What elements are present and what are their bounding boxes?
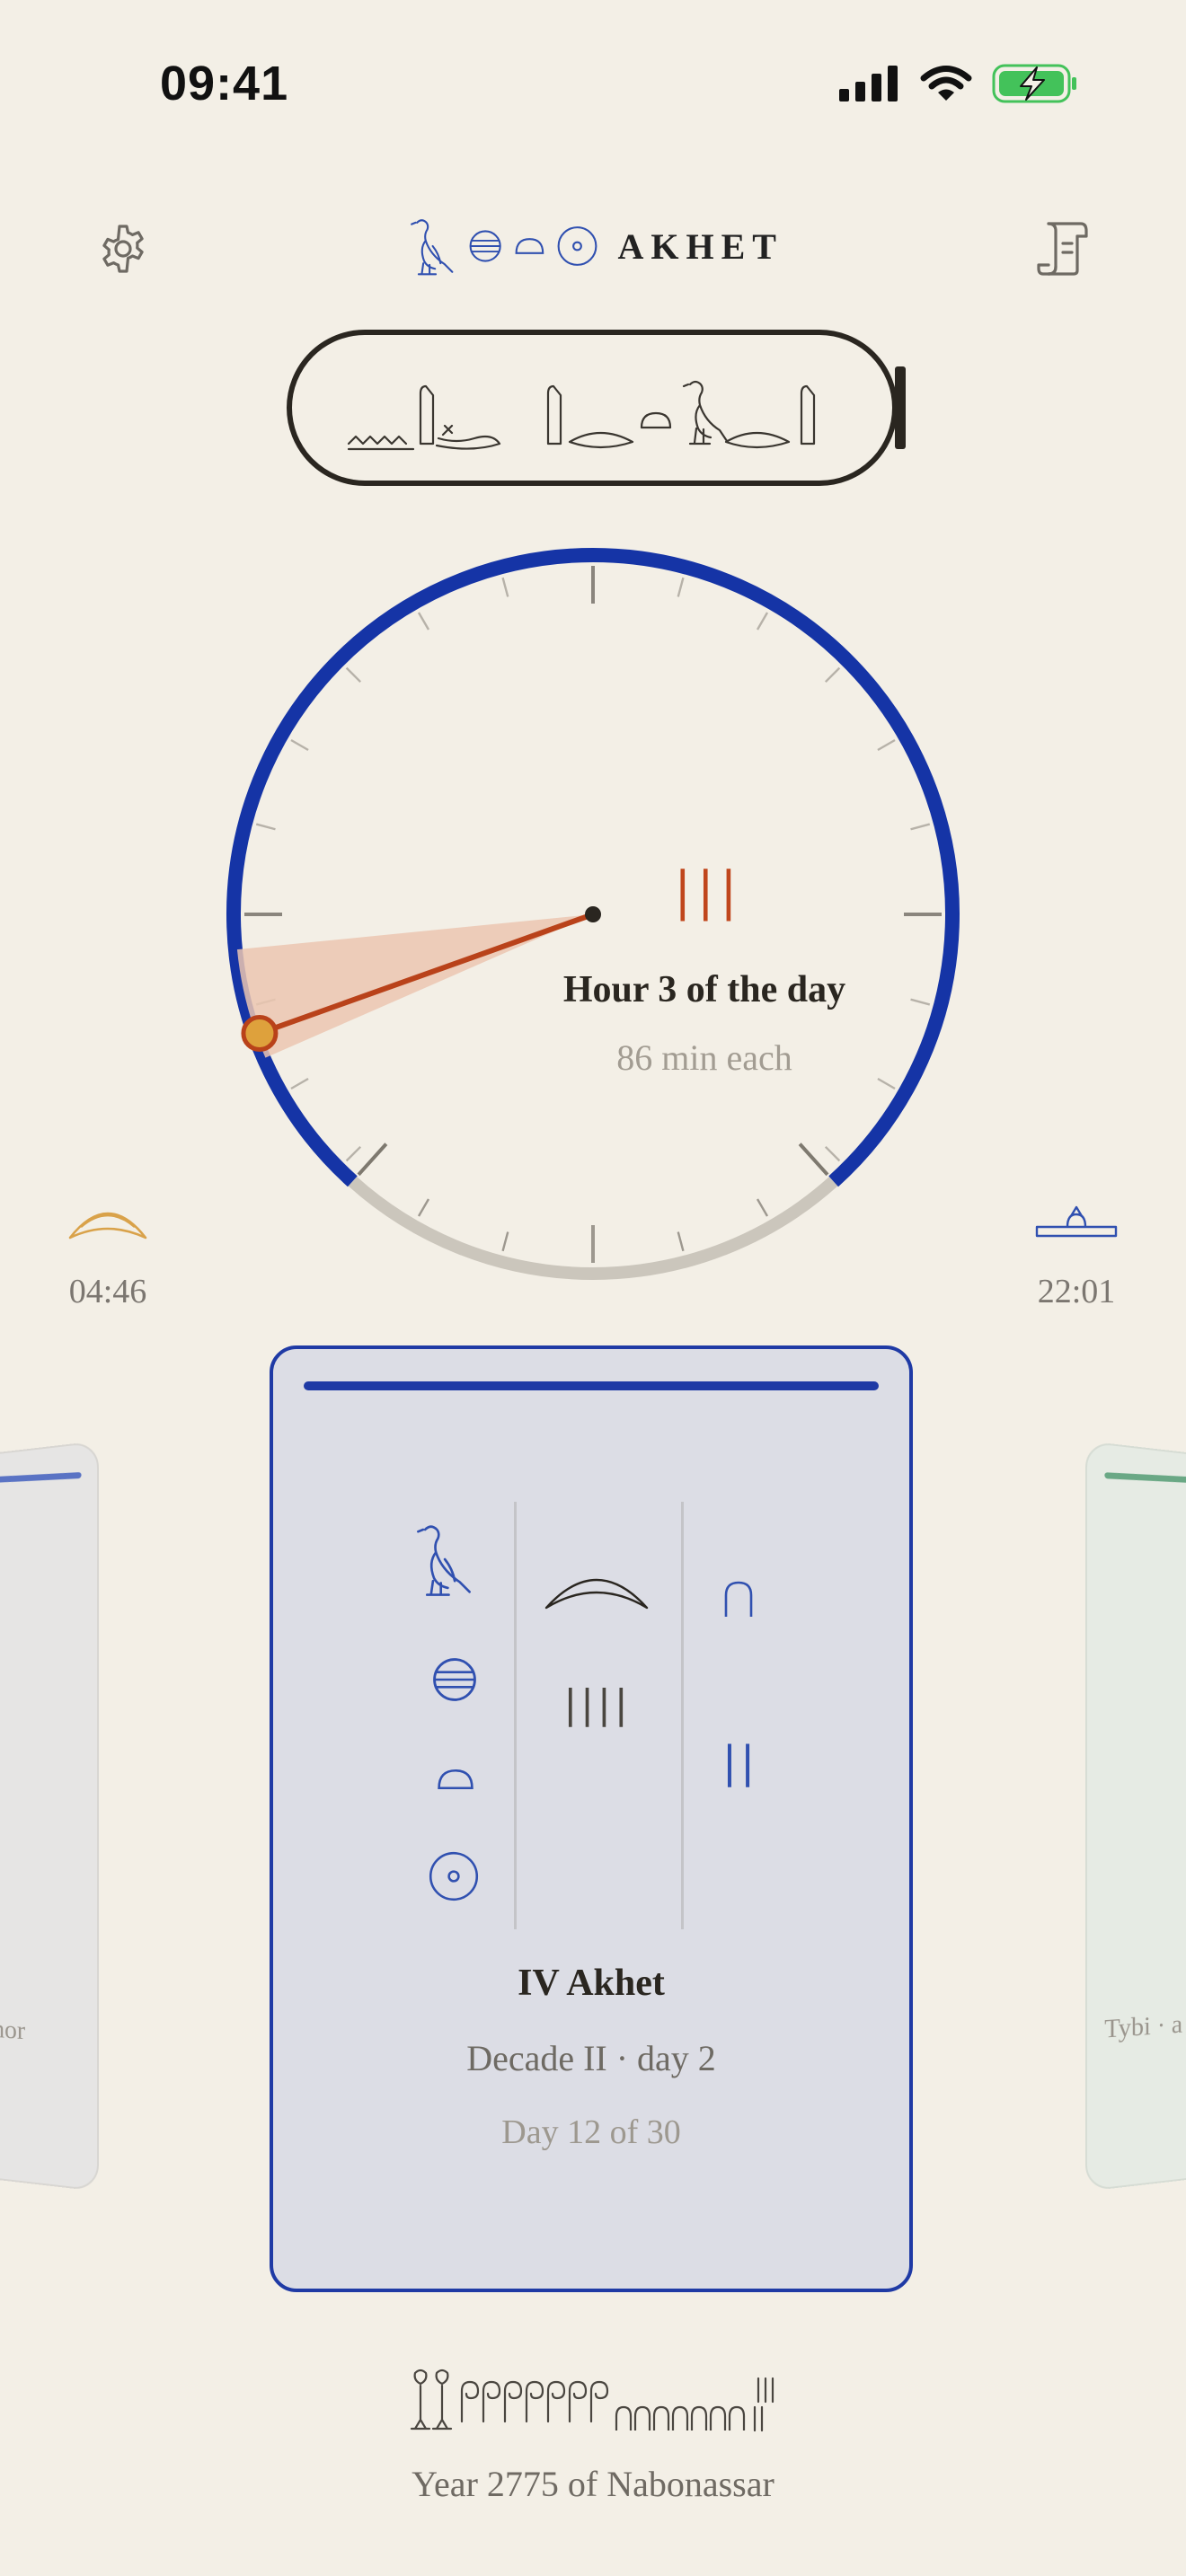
card-day-line: Day 12 of 30 — [501, 2113, 681, 2151]
previous-card-accent — [0, 1471, 82, 1486]
dial-tick — [677, 577, 685, 597]
dial-tick — [910, 998, 931, 1006]
hundred-coil-glyph — [460, 2380, 480, 2423]
vulture-hieroglyph-icon — [417, 1525, 471, 1596]
dial-tick — [877, 1077, 896, 1090]
next-month-card[interactable]: Tybi · a — [1085, 1441, 1186, 2192]
sunrise-time: 04:46 — [68, 1273, 147, 1310]
regnal-year-label: Year 2775 of Nabonassar — [412, 2464, 774, 2504]
ten-arch-glyph — [615, 2405, 633, 2430]
vulture-hieroglyph-icon — [411, 219, 454, 276]
ten-arch-glyph — [728, 2405, 746, 2430]
card-month-title: IV Akhet — [518, 1963, 665, 2004]
hour-dial[interactable] — [216, 537, 970, 1292]
dial-tick — [756, 612, 769, 631]
bread-hieroglyph-icon — [438, 1769, 474, 1790]
bread-hieroglyph-icon — [515, 238, 544, 254]
dial-tick — [255, 823, 276, 831]
scroll-button[interactable] — [1031, 217, 1094, 280]
wifi-icon — [920, 66, 972, 101]
dial-tick — [877, 738, 896, 752]
ten-arch-glyph — [671, 2405, 689, 2430]
next-card-accent — [1104, 1472, 1186, 1486]
column-divider — [681, 1502, 684, 1929]
gear-icon — [102, 225, 144, 273]
scroll-icon — [1037, 222, 1088, 276]
dial-tick — [417, 1198, 430, 1217]
ten-arch-glyph — [709, 2405, 727, 2430]
settings-button[interactable] — [92, 217, 155, 280]
hundred-coil-glyph — [546, 2380, 566, 2423]
crescent-moon-icon — [544, 1578, 649, 1610]
sun-hieroglyph-icon — [429, 1851, 479, 1901]
hundred-coil-glyph — [568, 2380, 588, 2423]
day-arc — [226, 548, 960, 1187]
dial-tick — [824, 666, 841, 684]
hundred-coil-glyph — [482, 2380, 501, 2423]
ten-hieroglyph-icon — [724, 1581, 753, 1617]
placenta-hieroglyph-icon — [433, 1658, 476, 1701]
dial-pivot — [585, 906, 601, 922]
card-decade-line: Decade II · day 2 — [466, 2038, 716, 2078]
dial-tick — [290, 738, 309, 752]
month-strokes: |||| — [563, 1681, 632, 1727]
app-title: AKHET — [617, 225, 783, 267]
card-accent-bar — [304, 1381, 879, 1390]
hundred-coil-glyph — [503, 2380, 523, 2423]
dial-tick — [910, 823, 931, 831]
dial-tick — [501, 577, 509, 597]
previous-month-card[interactable]: athor — [0, 1441, 99, 2192]
battery-charging-icon — [992, 64, 1076, 103]
dial-hour-label: Hour 3 of the day — [562, 969, 846, 1010]
dial-hour-length: 86 min each — [616, 1037, 792, 1078]
hundred-coil-glyph — [589, 2380, 609, 2423]
sunrise-icon — [68, 1212, 147, 1239]
sunset-time: 22:01 — [1037, 1273, 1116, 1310]
status-time: 09:41 — [160, 57, 289, 110]
sun-hieroglyph-icon — [557, 226, 597, 266]
dial-tick — [501, 1231, 509, 1252]
hundred-coil-glyph — [525, 2380, 544, 2423]
royal-cartouche — [287, 330, 906, 486]
horizon-tick — [357, 1142, 388, 1177]
horizon-tick — [798, 1142, 829, 1177]
dial-tick — [290, 1077, 309, 1090]
dial-tick — [677, 1231, 685, 1252]
year-numeral-hieroglyphs — [410, 2369, 774, 2432]
hour-numeral: ||| — [674, 860, 743, 922]
cellular-signal-icon — [839, 66, 898, 101]
ten-arch-glyph — [690, 2405, 708, 2430]
dial-tick — [417, 612, 430, 631]
dial-tick — [756, 1198, 769, 1217]
header-title-group: AKHET — [406, 210, 783, 282]
ten-arch-glyph — [652, 2405, 670, 2430]
dial-tick — [345, 1145, 362, 1162]
previous-card-label: athor — [0, 2013, 26, 2046]
placenta-hieroglyph-icon — [470, 230, 502, 262]
dial-tick — [824, 1145, 841, 1162]
next-card-label: Tybi · a — [1104, 2009, 1183, 2044]
dial-tick — [345, 666, 362, 684]
status-icons — [839, 63, 1078, 104]
current-month-card[interactable]: |||| || IV Akhet Decade II · day 2 Day 1… — [270, 1345, 913, 2292]
hand-knob[interactable] — [241, 1014, 279, 1052]
decade-strokes: || — [721, 1737, 759, 1787]
sunset-icon — [1035, 1205, 1118, 1238]
ten-arch-glyph — [633, 2405, 651, 2430]
